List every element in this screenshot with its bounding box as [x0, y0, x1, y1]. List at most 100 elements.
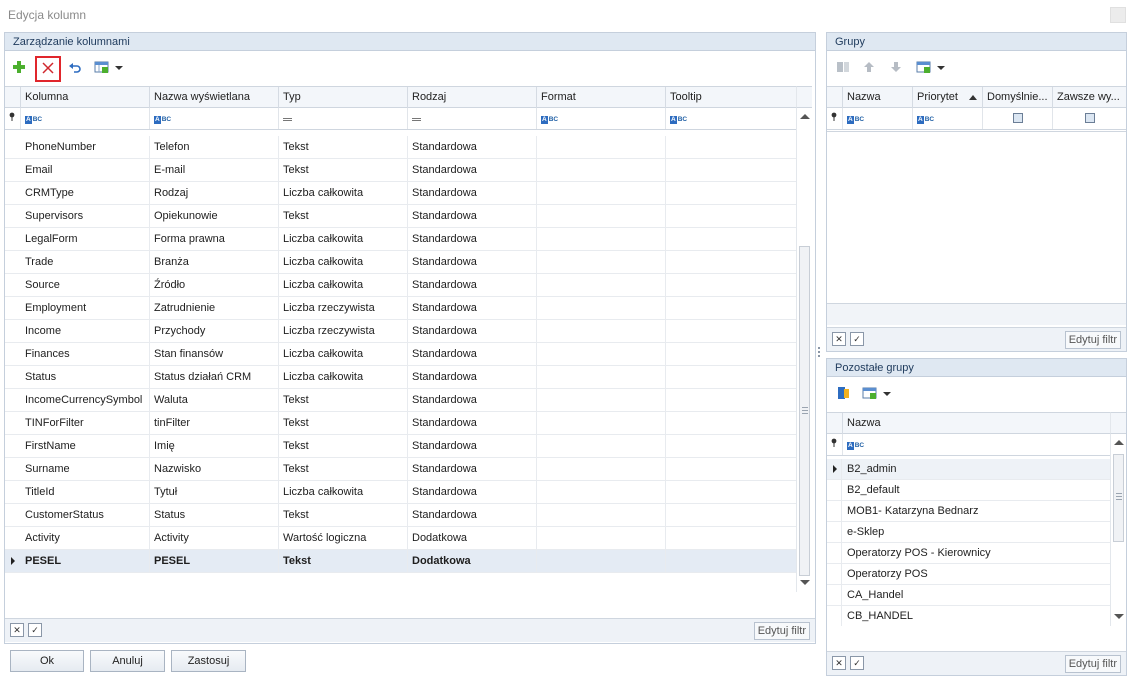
edit-filter-button[interactable]: Edytuj filtr: [1064, 331, 1121, 349]
table-row[interactable]: Employment Zatrudnienie Liczba rzeczywista…: [5, 297, 796, 320]
table-cell[interactable]: Tekst: [279, 159, 408, 181]
table-row[interactable]: Supervisors Opiekunowie Tekst Standardowa: [5, 205, 796, 228]
table-cell[interactable]: Standardowa: [408, 228, 537, 250]
table-cell[interactable]: Activity: [21, 527, 150, 549]
table-row[interactable]: Email E-mail Tekst Standardowa: [5, 159, 796, 182]
table-cell[interactable]: Dodatkowa: [408, 550, 537, 572]
table-cell[interactable]: Liczba całkowita: [279, 366, 408, 388]
table-cell[interactable]: [666, 458, 796, 480]
table-row[interactable]: TINForFilter tinFilter Tekst Standardowa: [5, 412, 796, 435]
table-cell[interactable]: Liczba całkowita: [279, 182, 408, 204]
scroll-down-icon[interactable]: [800, 580, 810, 585]
table-cell[interactable]: [666, 504, 796, 526]
header-typ[interactable]: Typ: [279, 87, 408, 108]
filter-nazwa[interactable]: A BC: [843, 108, 913, 129]
filter-nazwa[interactable]: A BC: [150, 108, 279, 129]
scroll-thumb[interactable]: [799, 246, 810, 576]
table-cell[interactable]: [537, 251, 666, 273]
table-cell[interactable]: Stan finansów: [150, 343, 279, 365]
table-cell[interactable]: Email: [21, 159, 150, 181]
table-cell[interactable]: Tekst: [279, 136, 408, 158]
table-cell[interactable]: [666, 366, 796, 388]
table-cell[interactable]: [666, 136, 796, 158]
table-cell[interactable]: Standardowa: [408, 297, 537, 319]
table-cell[interactable]: [537, 297, 666, 319]
table-cell[interactable]: TINForFilter: [21, 412, 150, 434]
table-cell[interactable]: [666, 205, 796, 227]
table-cell[interactable]: [666, 320, 796, 342]
list-item[interactable]: Operatorzy POS - Kierownicy: [827, 543, 1110, 564]
undo-button[interactable]: [64, 57, 86, 79]
table-cell[interactable]: PESEL: [21, 550, 150, 572]
table-cell[interactable]: Trade: [21, 251, 150, 273]
table-cell[interactable]: Standardowa: [408, 343, 537, 365]
table-cell[interactable]: Waluta: [150, 389, 279, 411]
table-cell[interactable]: Forma prawna: [150, 228, 279, 250]
table-cell[interactable]: Supervisors: [21, 205, 150, 227]
table-cell[interactable]: [537, 320, 666, 342]
filter-kolumna[interactable]: A BC: [21, 108, 150, 129]
table-cell[interactable]: tinFilter: [150, 412, 279, 434]
header-tooltip[interactable]: Tooltip: [666, 87, 796, 108]
table-cell[interactable]: IncomeCurrencySymbol: [21, 389, 150, 411]
table-cell[interactable]: Liczba rzeczywista: [279, 297, 408, 319]
edit-filter-button[interactable]: Edytuj filtr: [753, 622, 810, 640]
table-cell[interactable]: Standardowa: [408, 182, 537, 204]
table-cell[interactable]: Standardowa: [408, 159, 537, 181]
table-cell[interactable]: [537, 343, 666, 365]
table-cell[interactable]: [537, 527, 666, 549]
table-cell[interactable]: Standardowa: [408, 435, 537, 457]
table-cell[interactable]: Liczba całkowita: [279, 251, 408, 273]
remove-from-group-button[interactable]: [832, 57, 854, 79]
enable-filter-checkbox[interactable]: ✓: [850, 332, 864, 346]
table-cell[interactable]: TitleId: [21, 481, 150, 503]
filter-format[interactable]: A BC: [537, 108, 666, 129]
table-cell[interactable]: Zatrudnienie: [150, 297, 279, 319]
filter-zawsze[interactable]: [1053, 108, 1126, 129]
table-cell[interactable]: [666, 274, 796, 296]
add-button[interactable]: [8, 57, 30, 79]
table-cell[interactable]: Status: [21, 366, 150, 388]
list-item[interactable]: e-Sklep: [827, 522, 1110, 543]
filter-priorytet[interactable]: A BC: [913, 108, 983, 129]
table-cell[interactable]: Telefon: [150, 136, 279, 158]
table-cell[interactable]: [666, 343, 796, 365]
columns-grid-scrollbar[interactable]: [796, 108, 812, 592]
table-cell[interactable]: Source: [21, 274, 150, 296]
filter-nazwa[interactable]: A BC: [843, 434, 1110, 455]
table-cell[interactable]: Standardowa: [408, 389, 537, 411]
header-nazwa[interactable]: Nazwa: [843, 413, 1110, 434]
table-row[interactable]: Finances Stan finansów Liczba całkowita Sta…: [5, 343, 796, 366]
table-cell[interactable]: Employment: [21, 297, 150, 319]
table-cell[interactable]: Tekst: [279, 458, 408, 480]
panel-splitter[interactable]: [816, 345, 822, 359]
table-cell[interactable]: Standardowa: [408, 412, 537, 434]
table-cell[interactable]: Income: [21, 320, 150, 342]
table-cell[interactable]: Liczba całkowita: [279, 228, 408, 250]
table-row[interactable]: TitleId Tytuł Liczba całkowita Standardowa: [5, 481, 796, 504]
table-cell[interactable]: Tytuł: [150, 481, 279, 503]
table-row[interactable]: FirstName Imię Tekst Standardowa: [5, 435, 796, 458]
table-cell[interactable]: Tekst: [279, 412, 408, 434]
table-row[interactable]: CRMType Rodzaj Liczba całkowita Standardowa: [5, 182, 796, 205]
scroll-up-icon[interactable]: [1114, 440, 1124, 445]
header-priorytet[interactable]: Priorytet: [913, 87, 983, 108]
table-cell[interactable]: Status: [150, 504, 279, 526]
table-cell[interactable]: [666, 159, 796, 181]
table-cell[interactable]: [666, 550, 796, 572]
table-cell[interactable]: [537, 412, 666, 434]
move-up-button[interactable]: [858, 57, 880, 79]
table-row[interactable]: Activity Activity Wartość logiczna Dodatkow…: [5, 527, 796, 550]
table-cell[interactable]: [666, 297, 796, 319]
table-row[interactable]: PhoneNumber Telefon Tekst Standardowa: [5, 136, 796, 159]
table-cell[interactable]: Standardowa: [408, 504, 537, 526]
table-cell[interactable]: Activity: [150, 527, 279, 549]
table-cell[interactable]: Tekst: [279, 550, 408, 572]
table-cell[interactable]: [666, 481, 796, 503]
apply-button[interactable]: Zastosuj: [171, 650, 246, 672]
table-cell[interactable]: Standardowa: [408, 458, 537, 480]
table-cell[interactable]: [666, 435, 796, 457]
clear-filter-button[interactable]: ✕: [832, 332, 846, 346]
other-groups-views-dropdown-button[interactable]: [858, 383, 894, 405]
table-cell[interactable]: Liczba całkowita: [279, 274, 408, 296]
